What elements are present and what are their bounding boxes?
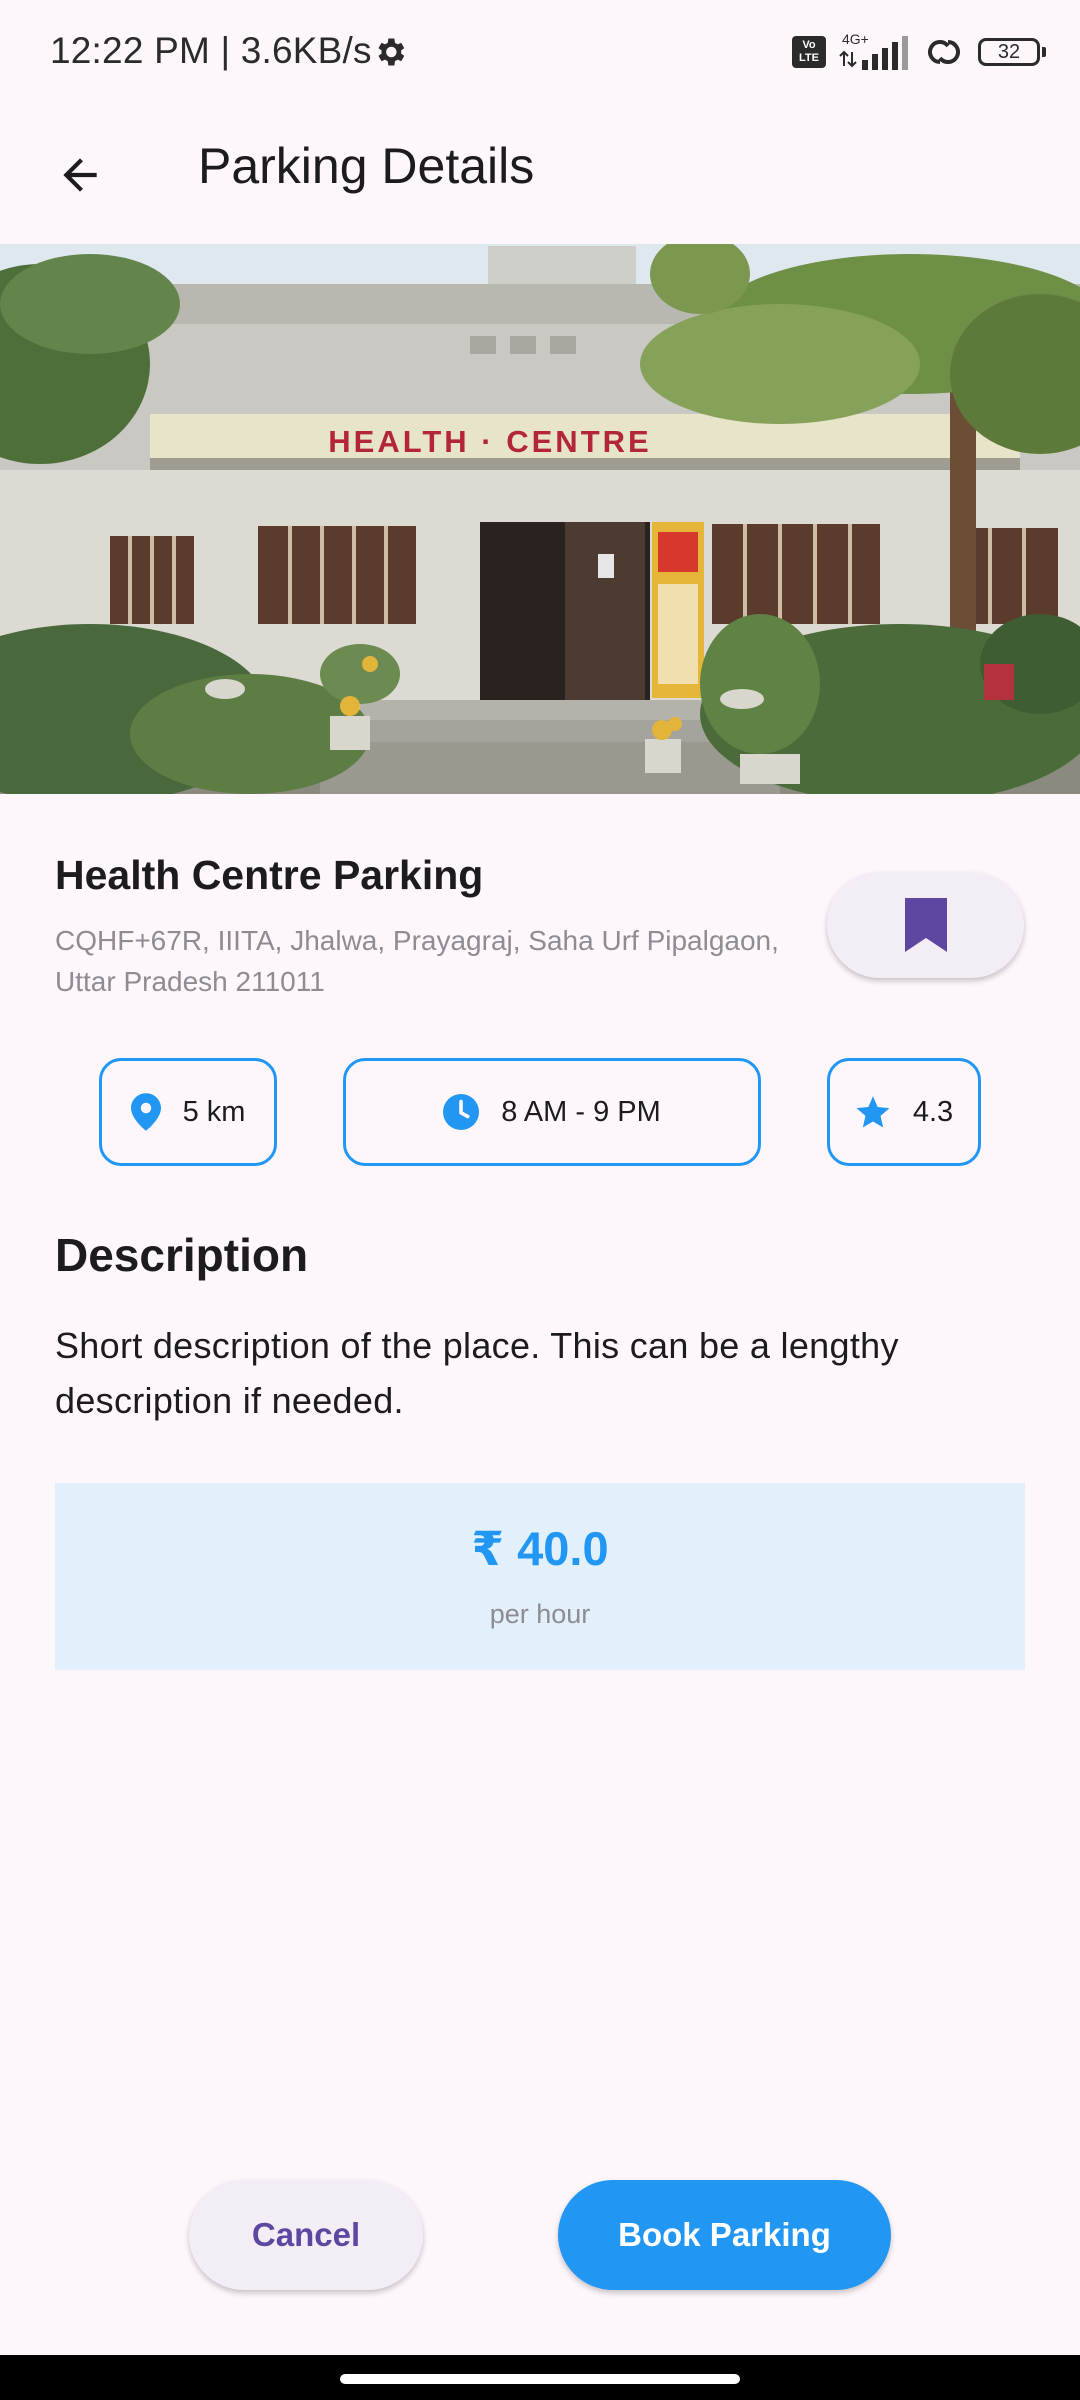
signal-icon: 4G+	[839, 31, 908, 70]
back-button[interactable]	[40, 135, 120, 215]
price-value: ₹ 40.0	[471, 1522, 609, 1575]
hours-chip: 8 AM - 9 PM	[343, 1058, 761, 1166]
hotspot-link-icon	[928, 40, 960, 64]
price-card: ₹ 40.0 per hour	[55, 1483, 1025, 1670]
description-heading: Description	[55, 1229, 309, 1281]
parking-place-photo: HEALTH · CENTRE	[0, 244, 1080, 794]
star-icon	[856, 1096, 890, 1128]
distance-chip: 5 km	[99, 1058, 277, 1166]
rating-chip: 4.3	[827, 1058, 981, 1166]
settings-gear-icon	[378, 38, 405, 66]
volte-icon: Vo LTE	[792, 36, 826, 68]
bookmark-icon	[904, 898, 947, 952]
health-centre-building-image: HEALTH · CENTRE	[0, 244, 1080, 794]
place-name: Health Centre Parking	[55, 852, 484, 898]
app-bar: Parking Details	[0, 105, 1080, 245]
distance-value: 5 km	[182, 1095, 246, 1128]
hours-value: 8 AM - 9 PM	[501, 1095, 661, 1128]
description-text: Short description of the place. This can…	[55, 1325, 899, 1421]
back-arrow-icon	[63, 158, 97, 192]
price-unit: per hour	[489, 1599, 591, 1629]
screen: 12:22 PM | 3.6KB/s Vo LTE 4G+ 32 Parking…	[0, 0, 1080, 2400]
place-address: CQHF+67R, IIITA, Jhalwa, Prayagraj, Saha…	[55, 925, 779, 997]
status-bar: 12:22 PM | 3.6KB/s Vo LTE 4G+ 32	[0, 0, 1080, 105]
book-parking-button[interactable]: Book Parking	[558, 2180, 891, 2290]
status-icons: Vo LTE 4G+ 32	[792, 30, 1046, 74]
battery-icon: 32	[978, 38, 1046, 66]
bookmark-button[interactable]	[827, 872, 1024, 978]
clock-icon	[443, 1094, 480, 1130]
home-indicator[interactable]	[340, 2374, 740, 2384]
rating-value: 4.3	[912, 1095, 954, 1128]
system-nav-bar	[0, 2355, 1080, 2400]
page-title: Parking Details	[198, 138, 535, 194]
network-type-label: 4G+	[842, 31, 869, 47]
building-sign-text: HEALTH · CENTRE	[328, 424, 651, 459]
status-time-speed: 12:22 PM | 3.6KB/s	[50, 30, 372, 71]
location-pin-icon	[130, 1093, 161, 1131]
cancel-button[interactable]: Cancel	[189, 2180, 423, 2290]
